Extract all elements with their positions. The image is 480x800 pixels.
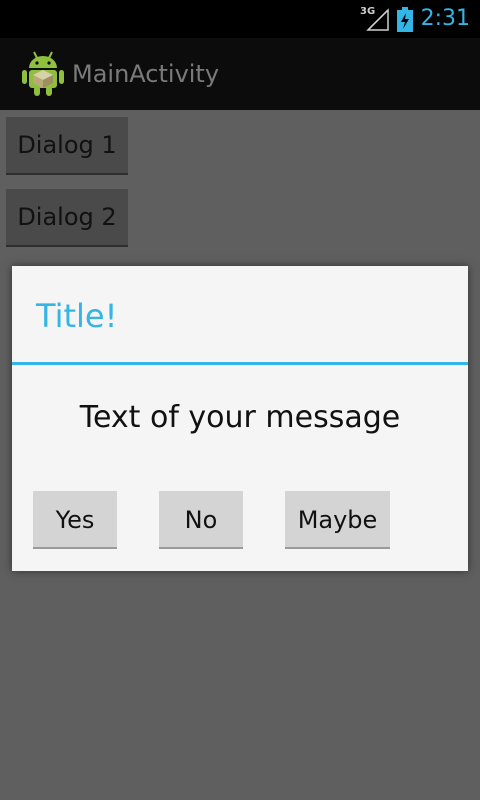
battery-charging-icon (397, 7, 413, 32)
android-robot-icon (22, 51, 64, 96)
alert-dialog: Title! Text of your message Yes No Maybe (12, 266, 468, 571)
status-bar: 3G 2:31 (0, 0, 480, 38)
dialog-2-button[interactable]: Dialog 2 (6, 189, 128, 247)
app-title: MainActivity (72, 60, 220, 88)
dialog-title-divider (12, 362, 468, 365)
signal-icon (366, 8, 389, 31)
status-clock: 2:31 (420, 6, 470, 31)
dialog-title: Title! (36, 297, 118, 335)
no-button[interactable]: No (159, 491, 243, 549)
yes-button[interactable]: Yes (33, 491, 117, 549)
dialog-1-button[interactable]: Dialog 1 (6, 117, 128, 175)
dialog-message: Text of your message (79, 400, 401, 435)
action-bar: MainActivity (0, 38, 480, 110)
maybe-button[interactable]: Maybe (285, 491, 390, 549)
